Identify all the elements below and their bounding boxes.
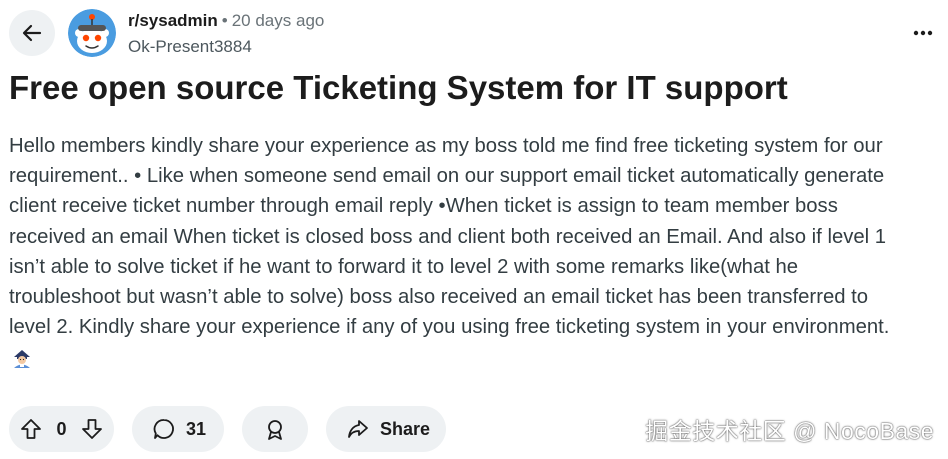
subreddit-link[interactable]: r/sysadmin: [128, 11, 218, 30]
post-meta: r/sysadmin • 20 days ago Ok-Present3884: [128, 10, 324, 58]
post-body-line: level 2. Kindly share your experience if…: [9, 316, 890, 339]
comments-button[interactable]: 31: [132, 406, 224, 452]
downvote-arrow-icon[interactable]: [80, 417, 104, 441]
meta-separator: •: [221, 11, 228, 30]
arrow-left-icon: [20, 21, 44, 45]
award-button[interactable]: [242, 406, 308, 452]
post-body-line: troubleshoot but wasn’t able to solve) b…: [9, 286, 869, 309]
subreddit-avatar[interactable]: [68, 9, 116, 57]
comment-count: 31: [186, 418, 207, 439]
post-body-line: received an email When ticket is closed …: [9, 225, 887, 248]
post-title: Free open source Ticketing System for IT…: [9, 69, 788, 106]
post-body: Hello members kindly share your experien…: [9, 131, 939, 342]
post-time: 20 days ago: [231, 11, 325, 30]
post-body-line: isn’t able to solve ticket if he want to…: [9, 255, 799, 278]
vote-count: 0: [56, 418, 67, 439]
upvote-arrow-icon[interactable]: [19, 417, 43, 441]
watermark-text: 掘金技术社区 @ NocoBase: [645, 418, 934, 444]
post-body-line: requirement.. • Like when someone send e…: [9, 165, 885, 188]
reddit-snoo-avatar-icon: [68, 9, 116, 57]
comment-bubble-icon: [152, 417, 176, 441]
vote-control: 0: [9, 406, 114, 452]
share-arrow-icon: [346, 417, 370, 441]
person-emoji-icon: [10, 345, 34, 369]
post-body-line: client receive ticket number through ema…: [9, 195, 838, 218]
more-horizontal-icon: [913, 30, 933, 36]
post-body-line: Hello members kindly share your experien…: [9, 135, 883, 157]
award-icon: [263, 417, 287, 441]
post-header: r/sysadmin • 20 days ago Ok-Present3884: [0, 0, 948, 62]
back-button[interactable]: [9, 10, 55, 56]
share-label: Share: [380, 418, 431, 439]
post-action-bar: 0 31 Share: [9, 406, 446, 452]
author-link[interactable]: Ok-Present3884: [128, 36, 324, 58]
more-options-button[interactable]: [910, 20, 936, 46]
share-button[interactable]: Share: [326, 406, 446, 452]
